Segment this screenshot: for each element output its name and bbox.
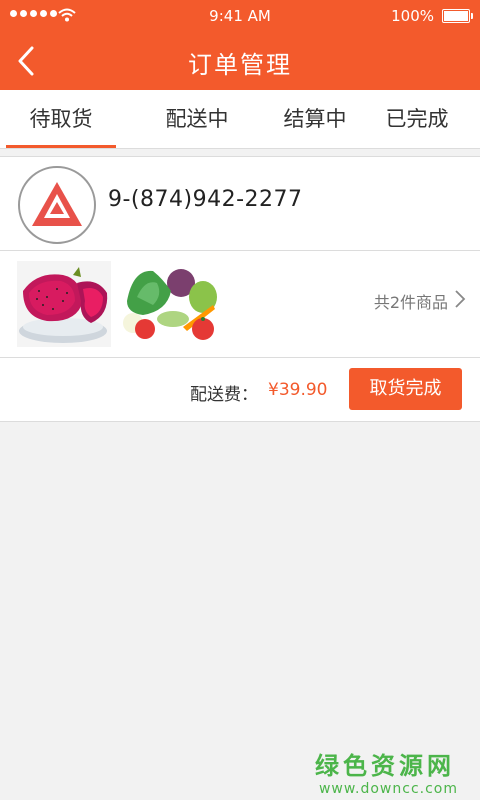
- nav-bar: 订单管理: [0, 32, 480, 90]
- order-tabs: 待取货 配送中 结算中 已完成: [0, 90, 480, 149]
- customer-phone: 9-(874)942-2277: [108, 187, 303, 212]
- goods-row[interactable]: 共2件商品: [0, 251, 480, 358]
- battery-icon: [442, 9, 473, 23]
- order-footer: 配送费： ¥39.90 取货完成: [0, 358, 480, 421]
- watermark: 绿色资源网 www.downcc.com: [315, 746, 458, 797]
- watermark-title: 绿色资源网: [314, 752, 455, 780]
- store-logo: [18, 166, 96, 244]
- chevron-right-icon: [455, 290, 466, 308]
- page-title: 订单管理: [188, 51, 292, 79]
- vegetables-image: [123, 261, 217, 347]
- tab-pending-pickup[interactable]: 待取货: [0, 90, 122, 148]
- tab-delivering[interactable]: 配送中: [136, 90, 258, 148]
- watermark-url: www.downcc.com: [318, 781, 458, 797]
- status-bar: 9:41 AM 100%: [0, 0, 480, 32]
- order-card: 9-(874)942-2277 共2件商品 配送费： ¥39.90 取货完成: [0, 156, 480, 422]
- order-header: 9-(874)942-2277: [0, 157, 480, 251]
- delivery-fee-amount: ¥39.90: [268, 380, 328, 400]
- battery-percent: 100%: [391, 7, 434, 25]
- goods-count: 共2件商品: [373, 293, 448, 312]
- logo-icon: [32, 182, 82, 226]
- dragon-fruit-image: [17, 261, 111, 347]
- pickup-complete-button[interactable]: 取货完成: [349, 368, 462, 410]
- delivery-fee-label: 配送费：: [190, 385, 258, 405]
- tab-completed[interactable]: 已完成: [356, 90, 478, 148]
